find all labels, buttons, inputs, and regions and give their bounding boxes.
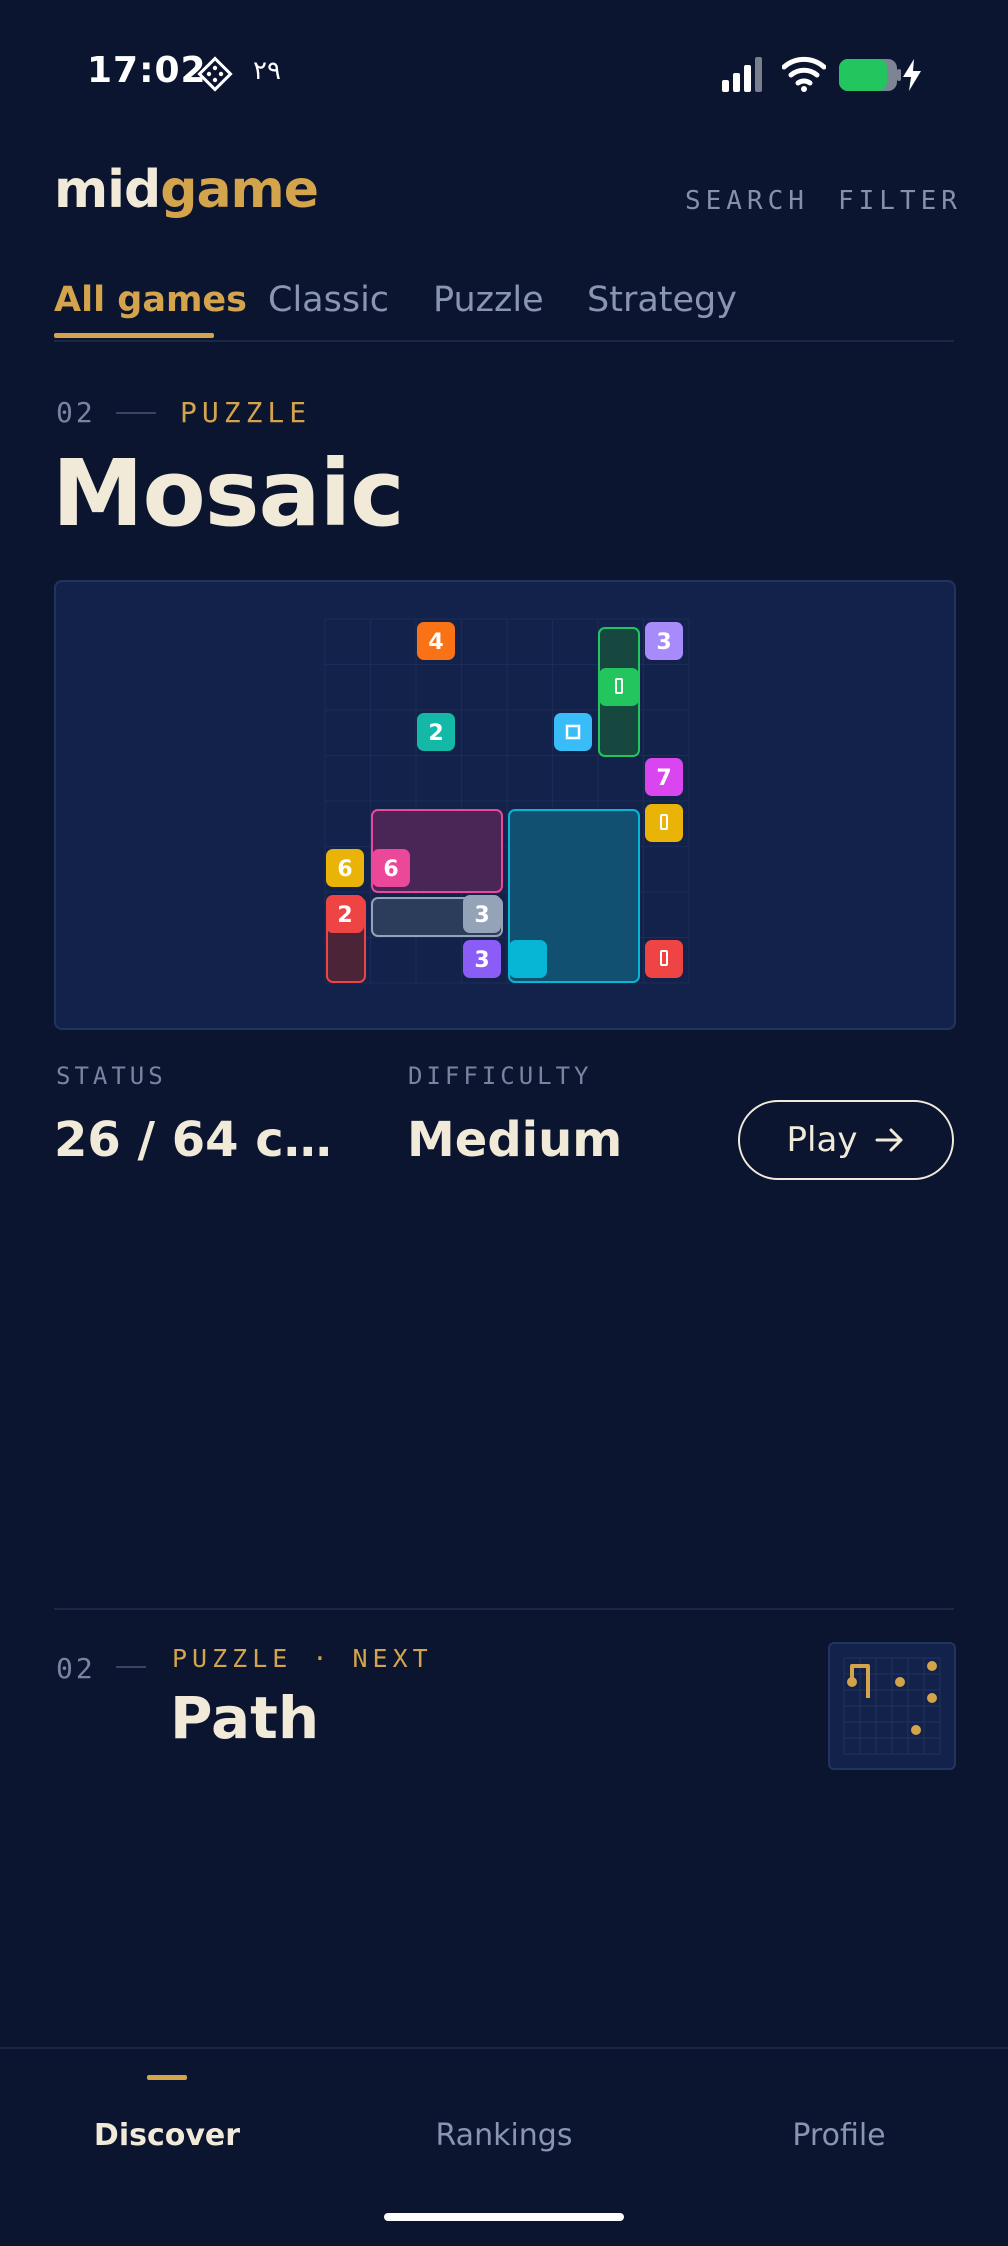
- clue-tile: 3: [463, 940, 501, 978]
- filter-button[interactable]: FILTER: [838, 186, 962, 216]
- battery-icon: [839, 59, 901, 91]
- clue-value: 4: [428, 630, 443, 655]
- symbol-tile-green: [599, 668, 639, 706]
- tab-puzzle[interactable]: Puzzle: [433, 280, 544, 320]
- featured-title: Mosaic: [52, 440, 405, 547]
- play-button-label: Play: [786, 1120, 858, 1160]
- clue-value: 6: [383, 857, 398, 882]
- featured-category: PUZZLE: [180, 396, 312, 429]
- clue-value: 7: [656, 766, 671, 791]
- clue-tile: 3: [463, 895, 501, 933]
- next-kicker: PUZZLE · NEXT: [172, 1644, 433, 1673]
- kicker-divider: [116, 412, 156, 414]
- active-tab-indicator: [54, 333, 214, 338]
- featured-number: 02: [56, 396, 96, 429]
- clue-value: 6: [337, 857, 352, 882]
- mosaic-board: 4 3 2 7 6 6 2 3 3: [324, 618, 690, 984]
- app-logo[interactable]: midgame: [54, 160, 319, 220]
- clue-tile: 2: [417, 713, 455, 751]
- status-value: 26 / 64 covered: [54, 1112, 354, 1168]
- charging-bolt-icon: [903, 59, 921, 91]
- clue-value: 2: [337, 903, 352, 928]
- arrow-right-icon: [875, 1128, 903, 1152]
- symbol-tile-sky: [554, 713, 592, 751]
- nav-rankings[interactable]: Rankings: [394, 2118, 614, 2153]
- clue-value: 3: [656, 630, 671, 655]
- play-button[interactable]: Play: [738, 1100, 954, 1180]
- difficulty-value: Medium: [407, 1112, 623, 1168]
- clue-value: 3: [474, 903, 489, 928]
- clue-tile: 4: [417, 622, 455, 660]
- tab-all-games[interactable]: All games: [54, 280, 247, 320]
- status-label: STATUS: [56, 1062, 167, 1090]
- wifi-icon: [782, 56, 826, 92]
- clue-tile: 6: [326, 849, 364, 887]
- symbol-tile-yellow: [645, 804, 683, 842]
- nav-discover[interactable]: Discover: [57, 2118, 277, 2153]
- tab-strategy[interactable]: Strategy: [587, 280, 737, 320]
- path-preview: [843, 1657, 941, 1755]
- logo-text-mid: mid: [54, 160, 161, 220]
- home-indicator[interactable]: [384, 2213, 624, 2221]
- symbol-tile-cyan: [509, 940, 547, 978]
- next-game-thumbnail[interactable]: [828, 1642, 956, 1770]
- next-number: 02: [56, 1652, 96, 1685]
- clue-value: 3: [474, 948, 489, 973]
- status-time: 17:02: [87, 50, 207, 91]
- clue-tile: 3: [645, 622, 683, 660]
- next-title[interactable]: Path: [170, 1684, 319, 1752]
- game-preview-panel[interactable]: 4 3 2 7 6 6 2 3 3: [54, 580, 956, 1030]
- status-date: ۲۹: [253, 56, 281, 86]
- search-button[interactable]: SEARCH: [685, 186, 809, 216]
- clue-tile: 7: [645, 758, 683, 796]
- clue-value: 2: [428, 721, 443, 746]
- logo-text-game: game: [160, 160, 319, 220]
- clue-tile: 2: [326, 895, 364, 933]
- section-divider: [54, 1608, 954, 1610]
- difficulty-label: DIFFICULTY: [408, 1062, 593, 1090]
- clue-tile: 6: [372, 849, 410, 887]
- symbol-tile-red: [645, 940, 683, 978]
- nav-active-indicator: [147, 2075, 187, 2080]
- nav-profile[interactable]: Profile: [729, 2118, 949, 2153]
- next-kicker-divider: [116, 1666, 146, 1668]
- signal-icon: [722, 57, 762, 92]
- tab-classic[interactable]: Classic: [268, 280, 389, 320]
- category-tabs: All games Classic Puzzle Strategy: [54, 270, 954, 342]
- app-badge-icon: [197, 56, 233, 92]
